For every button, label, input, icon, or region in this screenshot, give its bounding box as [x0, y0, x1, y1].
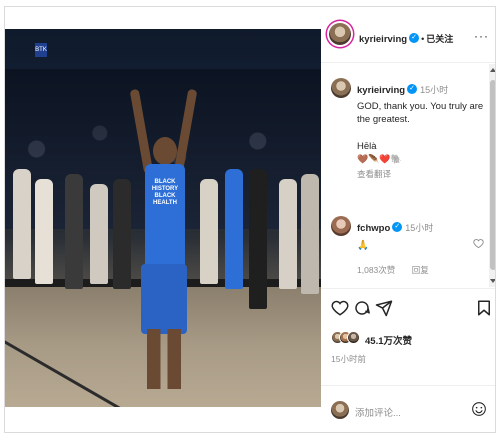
bystander	[113, 179, 131, 289]
scroll-up-icon[interactable]	[490, 68, 495, 72]
action-bar: 45.1万次赞 15小时前	[321, 288, 495, 383]
author-avatar[interactable]	[329, 23, 351, 45]
caption-username[interactable]: kyrieirving	[357, 85, 405, 96]
comment-like-heart-icon[interactable]	[473, 238, 484, 249]
commenter-username[interactable]: fchwpo	[357, 223, 390, 234]
bystander	[90, 184, 108, 284]
comments-section: kyrieirving ✓ 15小时 GOD, thank you. You tru…	[321, 64, 489, 287]
bystander	[35, 179, 53, 284]
jersey-text: BLACK HISTORY BLACK HEALTH	[151, 179, 179, 206]
caption-text: GOD, thank you. You truly are the greate…	[357, 101, 484, 125]
more-options-icon[interactable]: ···	[474, 29, 489, 43]
viewer-avatar	[331, 401, 349, 419]
verified-icon: ✓	[409, 32, 420, 43]
comment-time: 15小时	[405, 223, 434, 233]
translate-link[interactable]: 查看翻译	[357, 168, 487, 180]
comment-icon[interactable]	[353, 299, 371, 317]
caption-signoff: Hēlà	[357, 141, 377, 152]
comments-scrollbar[interactable]	[489, 64, 495, 287]
verified-icon: ✓	[392, 221, 403, 232]
scrollbar-thumb[interactable]	[490, 80, 495, 270]
comment-meta: 1,083次赞 回复	[357, 260, 477, 278]
bystander	[301, 174, 319, 294]
player-legs	[147, 329, 181, 389]
post-header: kyrieirving ✓ • 已关注 ···	[321, 7, 495, 63]
scroll-down-icon[interactable]	[490, 279, 495, 283]
add-comment-bar: 添加评论...	[321, 385, 495, 432]
caption-avatar[interactable]	[331, 78, 351, 98]
bystander	[279, 179, 297, 289]
bystander	[65, 174, 83, 289]
bookmark-icon[interactable]	[475, 299, 493, 317]
bystander	[200, 179, 218, 284]
post-card: BTK BLACK HISTORY BLACK HEALTH kyrieirvi…	[4, 6, 496, 433]
comment-likes-count[interactable]: 1,083次赞	[357, 265, 395, 275]
reply-button[interactable]: 回复	[412, 265, 429, 275]
player-shorts	[141, 264, 187, 334]
caption-time: 15小时	[420, 85, 449, 95]
share-icon[interactable]	[375, 299, 393, 317]
heart-icon[interactable]	[331, 299, 349, 317]
liker-avatar	[347, 331, 360, 344]
separator-dot: •	[421, 34, 425, 44]
caption-emojis: 🤎🪶❤️🐘	[357, 154, 402, 164]
post-time: 15小时前	[331, 354, 366, 364]
verified-icon: ✓	[407, 83, 418, 94]
likes-count[interactable]: 45.1万次赞	[365, 333, 412, 347]
comment-text: 🙏	[357, 240, 369, 251]
author-line: kyrieirving ✓ • 已关注	[359, 29, 453, 47]
follow-status-button[interactable]: 已关注	[426, 34, 453, 44]
caption-block: kyrieirving ✓ 15小时 GOD, thank you. You tru…	[357, 80, 487, 180]
arena-sign: BTK	[35, 43, 47, 57]
post-photo[interactable]: BTK BLACK HISTORY BLACK HEALTH	[5, 29, 321, 407]
emoji-icon[interactable]	[471, 401, 487, 417]
author-username[interactable]: kyrieirving	[359, 34, 407, 45]
bystander	[249, 169, 267, 309]
bystander	[13, 169, 31, 279]
commenter-avatar[interactable]	[331, 216, 351, 236]
bystander	[225, 169, 243, 289]
player-head	[153, 137, 177, 165]
comment-item: fchwpo ✓ 15小时 🙏 1,083次赞 回复	[357, 218, 477, 278]
liker-avatars[interactable]	[331, 331, 361, 345]
add-comment-input[interactable]: 添加评论...	[355, 405, 401, 419]
